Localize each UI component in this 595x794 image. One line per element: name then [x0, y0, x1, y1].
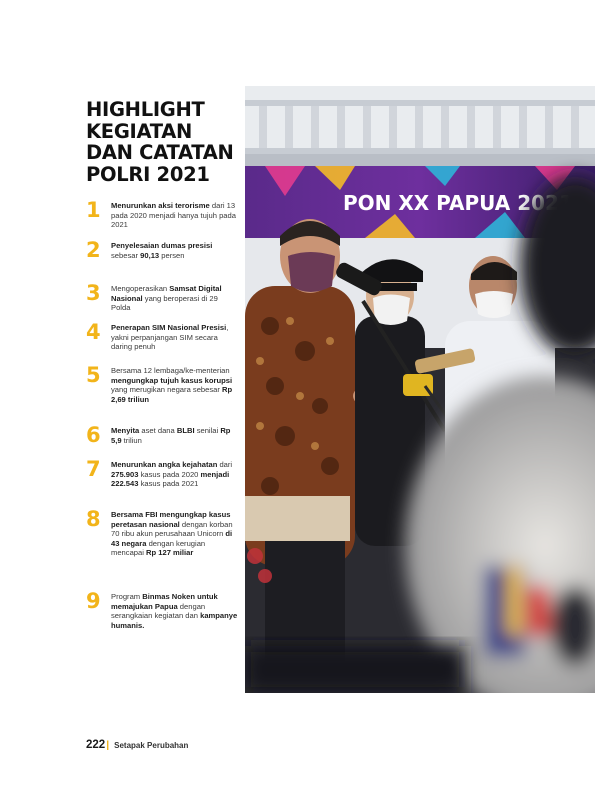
item-text: Menyita aset dana BLBI senilai Rp 5,9 tr…: [111, 426, 231, 445]
item-number: 3: [86, 281, 101, 305]
item-text: Menurunkan aksi terorisme dari 13 pada 2…: [111, 201, 236, 230]
page-footer: 222 | Setapak Perubahan: [86, 739, 188, 751]
title-line-2: KEGIATAN: [86, 119, 193, 143]
item-text: Bersama 12 lembaga/ke-menterian mengungk…: [111, 366, 233, 404]
item-number: 7: [86, 457, 101, 481]
page-number: 222: [86, 739, 106, 751]
item-number: 1: [86, 198, 101, 222]
item-number: 4: [86, 320, 101, 344]
footer-separator: |: [106, 739, 110, 751]
event-photo: PON XX PAPUA 2021: [245, 86, 595, 693]
title-line-4: POLRI 2021: [86, 162, 210, 186]
title-line-1: HIGHLIGHT: [86, 98, 205, 121]
item-number: 8: [86, 507, 101, 531]
item-text: Bersama FBI mengungkap kasus peretasan n…: [111, 510, 233, 558]
item-text: Program Binmas Noken untuk memajukan Pap…: [111, 592, 238, 630]
item-number: 2: [86, 238, 101, 262]
title-line-3: DAN CATATAN: [86, 141, 234, 164]
item-text: Menurunkan angka kejahatan dari 275.903 …: [111, 460, 233, 489]
item-text: Penyelesaian dumas presisi sebesar 90,13…: [111, 241, 213, 260]
item-number: 9: [86, 589, 101, 613]
item-text: Mengoperasikan Samsat Digital Nasional y…: [111, 284, 222, 313]
item-text: Penerapan SIM Nasional Presisi, yakni pe…: [111, 323, 229, 352]
page-title: HIGHLIGHT KEGIATAN DAN CATATAN POLRI 202…: [86, 99, 236, 185]
item-number: 6: [86, 423, 101, 447]
item-number: 5: [86, 363, 101, 387]
book-title: Setapak Perubahan: [114, 741, 189, 750]
